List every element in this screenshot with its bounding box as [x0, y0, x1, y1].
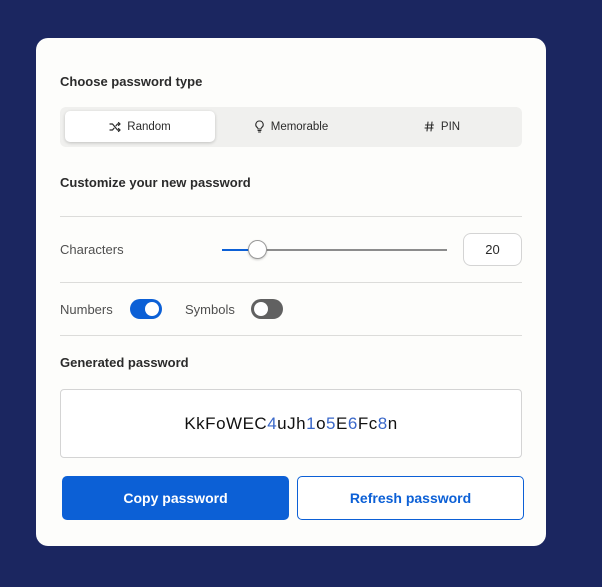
password-char: n: [387, 413, 398, 433]
symbols-toggle[interactable]: [251, 299, 283, 319]
password-char: E: [336, 413, 348, 433]
numbers-toggle-knob: [145, 302, 159, 316]
characters-label: Characters: [60, 242, 124, 257]
refresh-password-button[interactable]: Refresh password: [297, 476, 524, 520]
generated-password-display: KkFoWEC4uJh1o5E6Fc8n: [60, 389, 522, 458]
password-char: K: [184, 413, 197, 433]
password-type-selector: Random Memorable PIN: [60, 107, 522, 147]
password-char: o: [216, 413, 227, 433]
password-char: J: [287, 413, 297, 433]
password-char: h: [296, 413, 307, 433]
password-digit: 4: [267, 413, 278, 433]
divider: [60, 216, 522, 217]
characters-count-input[interactable]: 20: [463, 233, 522, 266]
shuffle-icon: [109, 121, 121, 133]
password-char: c: [368, 413, 378, 433]
password-char: u: [277, 413, 288, 433]
password-char: W: [226, 413, 243, 433]
password-digit: 8: [377, 413, 388, 433]
password-digit: 6: [347, 413, 358, 433]
hash-icon: [424, 121, 435, 132]
password-char: F: [205, 413, 217, 433]
generated-section-title: Generated password: [60, 355, 189, 370]
tab-memorable[interactable]: Memorable: [216, 111, 366, 142]
password-digit: 1: [306, 413, 317, 433]
password-char: E: [242, 413, 255, 433]
type-section-title: Choose password type: [60, 74, 203, 89]
divider: [60, 282, 522, 283]
password-char: C: [254, 413, 268, 433]
customize-section-title: Customize your new password: [60, 175, 251, 190]
copy-password-button[interactable]: Copy password: [62, 476, 289, 520]
tab-pin[interactable]: PIN: [367, 111, 517, 142]
tab-random-label: Random: [127, 120, 171, 133]
password-char: o: [316, 413, 327, 433]
password-generator-card: Choose password type Random Memorable PI…: [36, 38, 546, 546]
numbers-label: Numbers: [60, 302, 113, 317]
tab-random[interactable]: Random: [65, 111, 215, 142]
symbols-toggle-knob: [254, 302, 268, 316]
password-char: F: [357, 413, 369, 433]
password-char: k: [196, 413, 206, 433]
numbers-toggle[interactable]: [130, 299, 162, 319]
characters-slider-thumb[interactable]: [248, 240, 267, 259]
symbols-label: Symbols: [185, 302, 235, 317]
lightbulb-icon: [254, 120, 265, 133]
tab-pin-label: PIN: [440, 120, 461, 133]
password-digit: 5: [326, 413, 337, 433]
divider: [60, 335, 522, 336]
tab-memorable-label: Memorable: [270, 120, 329, 133]
